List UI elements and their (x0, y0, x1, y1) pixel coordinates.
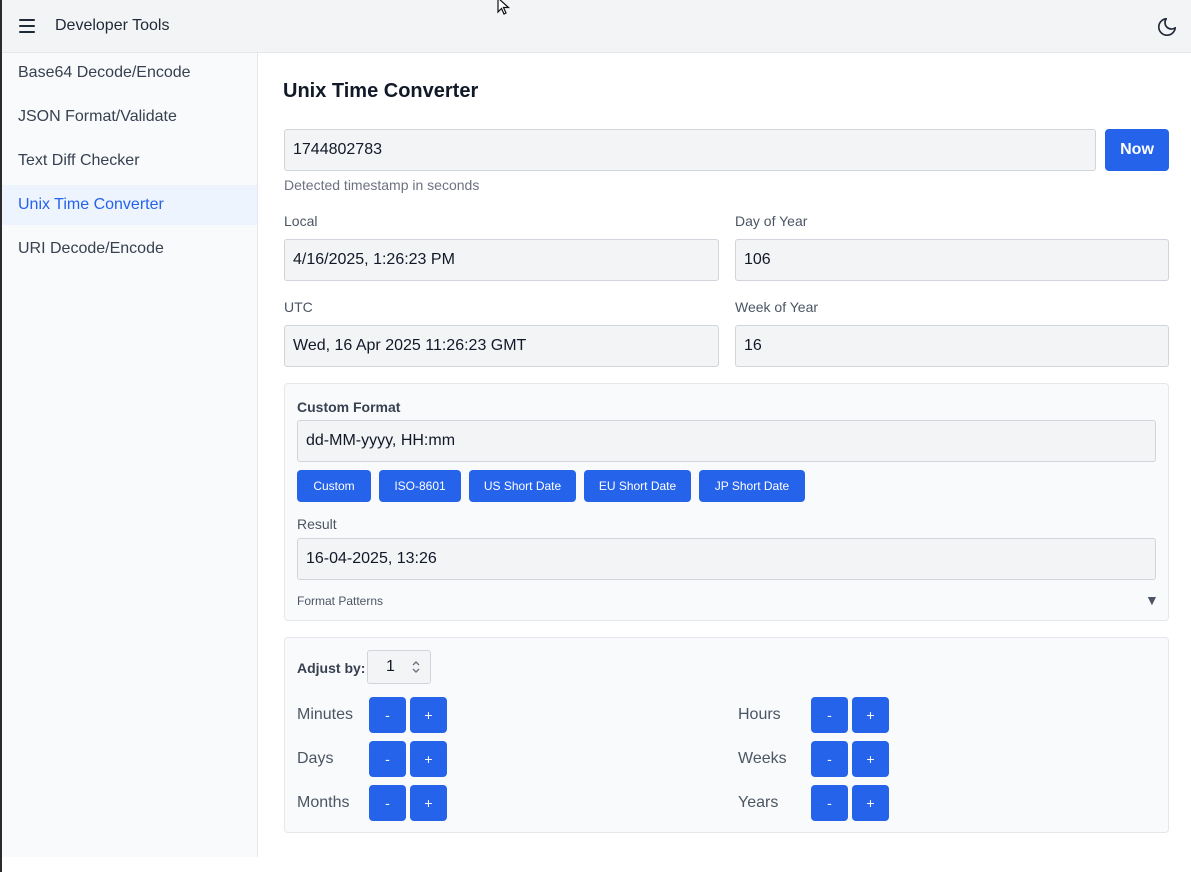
preset-jp-short-date-button[interactable]: JP Short Date (699, 470, 805, 502)
preset-eu-short-date-button[interactable]: EU Short Date (584, 470, 691, 502)
timestamp-input[interactable] (284, 129, 1096, 171)
utc-label: UTC (284, 299, 313, 315)
week-of-year-label: Week of Year (735, 299, 819, 315)
adjust-amount-stepper[interactable]: 1 (367, 650, 431, 684)
main-content: Unix Time Converter Now Detected timesta… (259, 53, 1191, 872)
adjust-years-label: Years (738, 794, 779, 811)
result-field[interactable] (297, 538, 1156, 580)
local-field[interactable] (284, 239, 719, 281)
custom-format-input[interactable] (297, 420, 1156, 462)
top-bar: Developer Tools (2, 0, 1191, 53)
hours-minus-button[interactable]: - (811, 697, 848, 733)
sidebar-item-base64[interactable]: Base64 Decode/Encode (2, 53, 257, 93)
day-of-year-field[interactable] (735, 239, 1169, 281)
sidebar-item-uri[interactable]: URI Decode/Encode (2, 229, 257, 269)
utc-field[interactable] (284, 325, 719, 367)
adjust-amount-value: 1 (386, 658, 395, 675)
result-label: Result (297, 516, 337, 532)
adjust-panel: Adjust by: 1 Minutes - + Days - + Months… (284, 637, 1169, 833)
preset-custom-button[interactable]: Custom (297, 470, 371, 502)
chevron-down-icon[interactable]: ▼ (1145, 592, 1159, 608)
sidebar-item-json[interactable]: JSON Format/Validate (2, 97, 257, 137)
minutes-plus-button[interactable]: + (410, 697, 447, 733)
hours-plus-button[interactable]: + (852, 697, 889, 733)
sidebar: Base64 Decode/Encode JSON Format/Validat… (2, 53, 258, 857)
page-title: Unix Time Converter (283, 80, 479, 102)
adjust-months-label: Months (297, 794, 350, 811)
stepper-arrows-icon[interactable] (410, 657, 422, 682)
custom-format-label: Custom Format (297, 399, 401, 415)
months-plus-button[interactable]: + (410, 785, 447, 821)
weeks-minus-button[interactable]: - (811, 741, 848, 777)
mouse-cursor-icon (497, 0, 513, 17)
adjust-by-label: Adjust by: (297, 660, 366, 676)
adjust-hours-label: Hours (738, 706, 781, 723)
preset-iso8601-button[interactable]: ISO-8601 (379, 470, 461, 502)
now-button[interactable]: Now (1105, 129, 1169, 171)
app-title: Developer Tools (55, 17, 170, 34)
months-minus-button[interactable]: - (369, 785, 406, 821)
local-label: Local (284, 213, 318, 229)
custom-format-panel: Custom Format Custom ISO-8601 US Short D… (284, 383, 1169, 621)
adjust-weeks-label: Weeks (738, 750, 787, 767)
weeks-plus-button[interactable]: + (852, 741, 889, 777)
adjust-minutes-label: Minutes (297, 706, 354, 723)
app-window: Developer Tools Base64 Decode/Encode JSO… (0, 0, 1191, 872)
years-minus-button[interactable]: - (811, 785, 848, 821)
preset-us-short-date-button[interactable]: US Short Date (469, 470, 576, 502)
minutes-minus-button[interactable]: - (369, 697, 406, 733)
days-minus-button[interactable]: - (369, 741, 406, 777)
moon-icon[interactable] (1156, 16, 1178, 38)
sidebar-item-text-diff[interactable]: Text Diff Checker (2, 141, 257, 181)
sidebar-item-unix-time[interactable]: Unix Time Converter (2, 185, 257, 225)
week-of-year-field[interactable] (735, 325, 1169, 367)
format-patterns-toggle[interactable]: Format Patterns (297, 594, 383, 608)
day-of-year-label: Day of Year (735, 213, 808, 229)
adjust-days-label: Days (297, 750, 334, 767)
years-plus-button[interactable]: + (852, 785, 889, 821)
days-plus-button[interactable]: + (410, 741, 447, 777)
timestamp-hint: Detected timestamp in seconds (284, 177, 480, 193)
hamburger-menu-icon[interactable] (19, 18, 37, 34)
